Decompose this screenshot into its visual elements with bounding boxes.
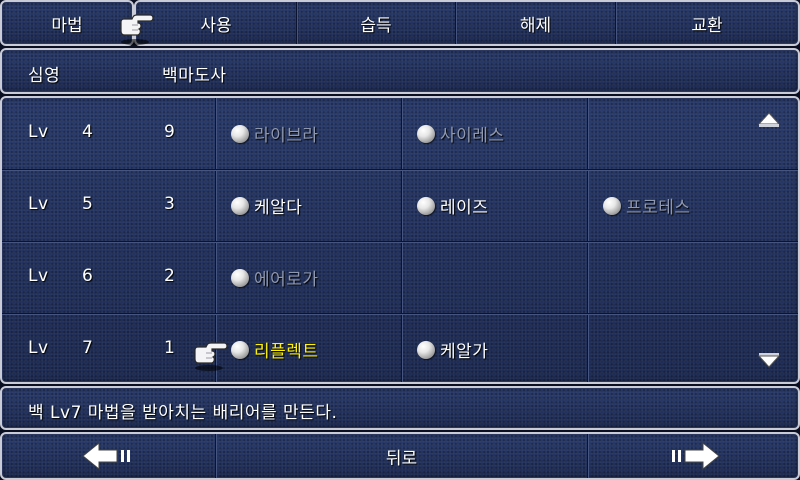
spell-orb-icon xyxy=(231,268,249,287)
spell-charges: 3 xyxy=(164,194,176,214)
spell-slot[interactable]: 사이레스 xyxy=(417,98,505,169)
scroll-up-arrow-icon[interactable] xyxy=(758,112,780,128)
back-button-label: 뒤로 xyxy=(385,448,418,469)
tab-magic[interactable]: 마법 xyxy=(0,0,134,46)
spell-row-lv4: Lv 4 9 라이브라 사이레스 xyxy=(2,98,798,169)
tab-remove[interactable]: 해제 xyxy=(456,2,615,44)
spell-row-lv6: Lv 6 2 에어로가 xyxy=(2,242,798,313)
command-tab-bar: 사용 습득 해제 교환 xyxy=(134,0,800,46)
spell-orb-icon xyxy=(231,196,249,215)
spell-grid: Lv 4 9 라이브라 사이레스 Lv 5 3 케알다 레이즈 프로테스 Lv xyxy=(0,96,800,384)
level-number: 6 xyxy=(82,266,94,286)
spell-name: 리플렉트 xyxy=(254,342,319,362)
level-label: Lv xyxy=(28,122,49,142)
level-label: Lv xyxy=(28,194,49,214)
spell-slot[interactable]: 레이즈 xyxy=(417,170,488,241)
spell-slot[interactable]: 케알다 xyxy=(231,170,302,241)
prev-page-button[interactable] xyxy=(2,434,215,478)
spell-name: 레이즈 xyxy=(440,198,489,218)
spell-charges: 9 xyxy=(164,122,176,142)
spell-slot[interactable]: 프로테스 xyxy=(603,170,691,241)
spell-charges: 1 xyxy=(164,338,176,358)
level-number: 5 xyxy=(82,194,94,214)
pointing-hand-icon xyxy=(120,14,154,45)
spell-orb-icon xyxy=(231,124,249,143)
description-bar: 백 Lv7 마법을 받아치는 배리어를 만든다. xyxy=(0,386,800,430)
spell-name: 프로테스 xyxy=(626,198,691,218)
spell-slot-selected[interactable]: 리플렉트 xyxy=(231,314,319,382)
tab-use[interactable]: 사용 xyxy=(136,2,296,44)
next-page-button[interactable] xyxy=(588,434,798,478)
bottom-nav-bar: 뒤로 xyxy=(0,432,800,480)
prev-page-arrow-icon xyxy=(81,441,130,471)
next-page-arrow-icon xyxy=(672,441,720,471)
spell-slot[interactable]: 케알가 xyxy=(417,314,489,382)
level-label: Lv xyxy=(28,266,49,286)
tab-learn[interactable]: 습득 xyxy=(297,2,455,44)
spell-orb-icon xyxy=(417,124,435,143)
level-number: 4 xyxy=(82,122,94,142)
spell-description: 백 Lv7 마법을 받아치는 배리어를 만든다. xyxy=(28,403,338,423)
tab-magic-label: 마법 xyxy=(51,15,83,36)
pointing-hand-icon xyxy=(194,342,228,371)
spell-name: 사이레스 xyxy=(440,126,505,146)
spell-orb-icon xyxy=(417,340,435,359)
spell-slot[interactable]: 에어로가 xyxy=(231,242,319,313)
spell-row-lv5: Lv 5 3 케알다 레이즈 프로테스 xyxy=(2,170,798,241)
spell-name: 라이브라 xyxy=(254,126,319,146)
scroll-down-arrow-icon[interactable] xyxy=(758,352,780,368)
back-button[interactable]: 뒤로 xyxy=(216,434,587,478)
spell-name: 케알가 xyxy=(440,342,489,362)
spell-name: 케알다 xyxy=(254,198,303,218)
spell-orb-icon xyxy=(231,340,249,359)
level-number: 7 xyxy=(82,338,94,358)
character-info-bar: 심영 백마도사 xyxy=(0,48,800,94)
spell-row-lv7: Lv 7 1 리플렉트 케알가 xyxy=(2,314,798,382)
tab-trade[interactable]: 교환 xyxy=(616,2,798,44)
spell-slot[interactable]: 라이브라 xyxy=(231,98,319,169)
character-job: 백마도사 xyxy=(162,66,227,86)
character-name: 심영 xyxy=(28,66,61,86)
spell-name: 에어로가 xyxy=(254,270,319,290)
spell-orb-icon xyxy=(417,196,435,215)
spell-charges: 2 xyxy=(164,266,176,286)
spell-orb-icon xyxy=(603,196,621,215)
level-label: Lv xyxy=(28,338,49,358)
